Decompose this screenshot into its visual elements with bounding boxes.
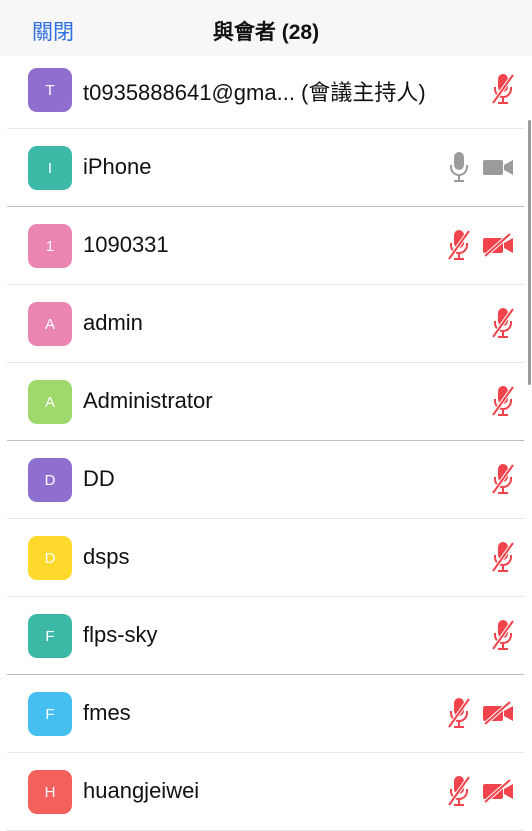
status-icons: [491, 73, 515, 110]
mic-muted-icon: [447, 229, 471, 266]
participant-name: iPhone: [83, 154, 152, 179]
page-title: 與會者 (28): [212, 21, 320, 44]
status-icons: [491, 541, 515, 578]
avatar: A: [28, 302, 72, 346]
status-icons: [447, 229, 514, 266]
mic-muted-icon: [447, 697, 471, 734]
participant-name: Administrator: [83, 388, 213, 413]
mic-muted-icon: [491, 463, 515, 500]
status-icons: [491, 619, 515, 656]
status-icons: [447, 697, 514, 734]
video-off-icon: [482, 232, 514, 262]
mic-muted-icon: [491, 619, 515, 656]
participant-name: huangjeiwei: [83, 778, 200, 803]
participant-row[interactable]: Aadmin: [7, 285, 524, 363]
status-icons: [447, 775, 514, 812]
mic-muted-icon: [491, 307, 515, 344]
participant-row[interactable]: IiPhone: [7, 129, 524, 207]
participant-row[interactable]: Ffmes: [7, 675, 524, 753]
participant-row[interactable]: 1 1090331: [7, 207, 524, 285]
status-icons: [491, 385, 515, 422]
participant-list: Tt0935888641@gma... (會議主持人) IiPhone 1 10903…: [7, 56, 524, 831]
avatar: T: [28, 68, 72, 112]
avatar: H: [28, 770, 72, 814]
status-icons: [491, 307, 515, 344]
status-icons: [491, 463, 515, 500]
participant-row[interactable]: Fflps-sky: [7, 597, 524, 675]
top-bar: 關閉 與會者 (28): [0, 0, 532, 56]
participant-name: fmes: [83, 700, 131, 725]
video-icon: [482, 155, 514, 184]
scrollbar[interactable]: [528, 120, 531, 385]
participant-name: flps-sky: [83, 622, 158, 647]
avatar: D: [28, 536, 72, 580]
avatar: F: [28, 692, 72, 736]
video-off-icon: [482, 778, 514, 808]
participant-row[interactable]: A Administrator: [7, 363, 524, 441]
participant-row[interactable]: Hhuangjeiwei: [7, 753, 524, 831]
avatar: I: [28, 146, 72, 190]
participant-name: admin: [83, 310, 143, 335]
mic-muted-icon: [491, 73, 515, 110]
status-icons: [448, 151, 514, 188]
mic-icon: [448, 151, 470, 188]
video-off-icon: [482, 700, 514, 730]
avatar: F: [28, 614, 72, 658]
mic-muted-icon: [491, 385, 515, 422]
mic-muted-icon: [447, 775, 471, 812]
participant-row[interactable]: Ddsps: [7, 519, 524, 597]
participant-name: t0935888641@gma... (會議主持人): [83, 80, 426, 105]
participant-name: dsps: [83, 544, 130, 569]
avatar: D: [28, 458, 72, 502]
participant-row[interactable]: D DD: [7, 441, 524, 519]
participant-name: 1090331: [83, 232, 169, 257]
avatar: 1: [28, 224, 72, 268]
participant-row[interactable]: Tt0935888641@gma... (會議主持人): [7, 56, 524, 129]
mic-muted-icon: [491, 541, 515, 578]
participant-name: DD: [83, 466, 115, 491]
avatar: A: [28, 380, 72, 424]
